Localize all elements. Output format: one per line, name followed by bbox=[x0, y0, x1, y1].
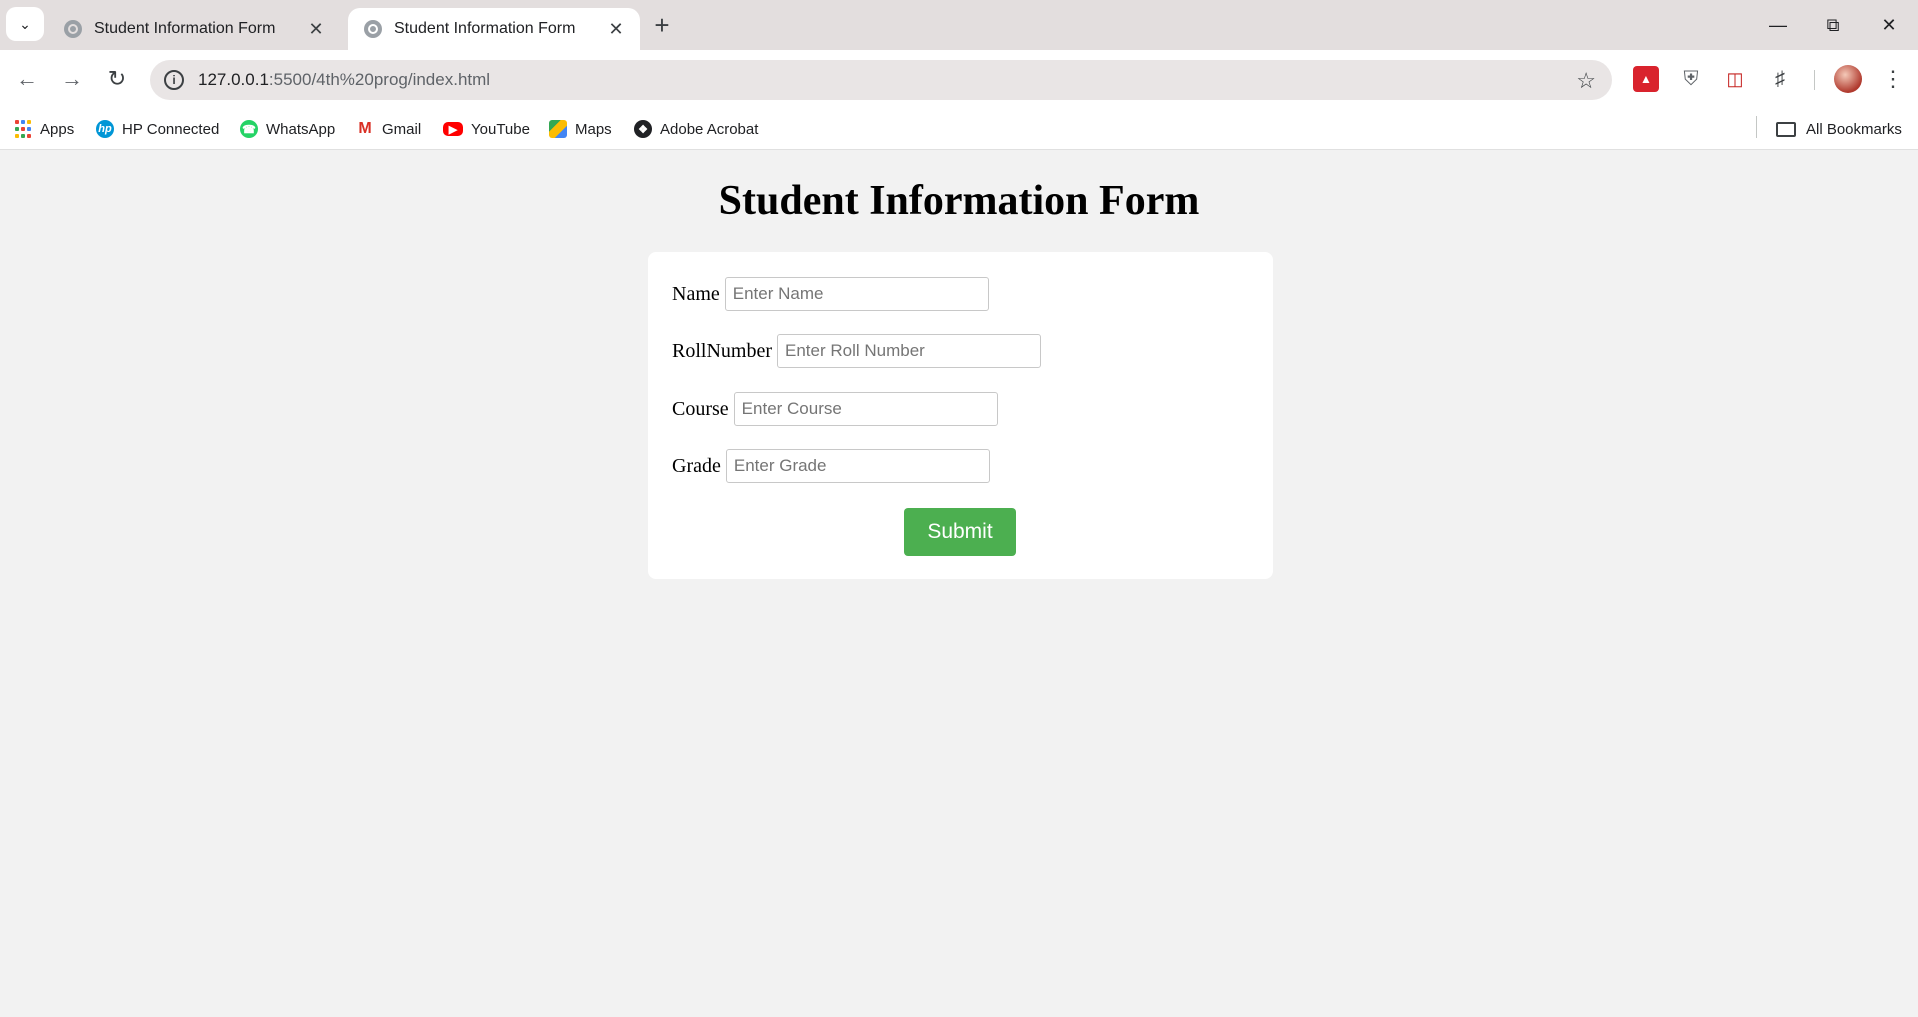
bookmark-gmail[interactable]: M Gmail bbox=[356, 116, 421, 142]
bookmark-label: HP Connected bbox=[122, 120, 220, 138]
bookmark-apps[interactable]: Apps bbox=[14, 116, 74, 142]
roll-number-input[interactable] bbox=[777, 334, 1041, 368]
hp-icon: hp bbox=[96, 120, 114, 138]
back-arrow-icon[interactable]: ← bbox=[10, 62, 44, 96]
course-input[interactable] bbox=[733, 392, 998, 426]
bookmark-label: WhatsApp bbox=[266, 120, 336, 138]
browser-tab-1[interactable]: Student Information Form ✕ bbox=[48, 8, 340, 50]
course-label: Course bbox=[672, 397, 729, 420]
gmail-icon: M bbox=[356, 120, 374, 138]
bookmark-label: Adobe Acrobat bbox=[660, 120, 759, 138]
bookmark-maps[interactable]: Maps bbox=[549, 116, 612, 142]
tab-title: Student Information Form bbox=[94, 20, 276, 37]
tab-search-button[interactable]: ⌄ bbox=[6, 7, 44, 41]
roll-number-row: RollNumber bbox=[672, 334, 1041, 368]
close-icon[interactable]: ✕ bbox=[306, 19, 326, 39]
browser-toolbar: ← → ↻ i 127.0.0.1:5500/4th%20prog/index.… bbox=[0, 50, 1918, 108]
new-tab-button[interactable]: + bbox=[650, 10, 674, 40]
bookmark-label: Gmail bbox=[382, 120, 422, 138]
bookmark-youtube[interactable]: ▶ YouTube bbox=[443, 116, 530, 142]
bookmark-label: YouTube bbox=[471, 120, 530, 138]
name-input[interactable] bbox=[724, 277, 989, 311]
all-bookmarks-label: All Bookmarks bbox=[1806, 120, 1902, 138]
profile-avatar[interactable] bbox=[1834, 65, 1862, 93]
browser-tab-2-active[interactable]: Student Information Form ✕ bbox=[348, 8, 640, 50]
extensions-puzzle-icon[interactable]: ♯ bbox=[1767, 66, 1793, 92]
grade-input[interactable] bbox=[725, 449, 990, 483]
all-bookmarks-button[interactable]: All Bookmarks bbox=[1776, 116, 1902, 142]
url-text[interactable]: 127.0.0.1:5500/4th%20prog/index.html bbox=[198, 70, 490, 90]
pdf-extension-icon[interactable]: ◫ bbox=[1722, 66, 1748, 92]
bookmark-whatsapp[interactable]: ☎ WhatsApp bbox=[240, 116, 335, 142]
minimize-icon[interactable]: — bbox=[1755, 8, 1801, 42]
extension-red-icon[interactable]: ▲ bbox=[1633, 66, 1659, 92]
forward-arrow-icon[interactable]: → bbox=[55, 62, 89, 96]
submit-button[interactable]: Submit bbox=[904, 508, 1016, 556]
whatsapp-icon: ☎ bbox=[240, 120, 258, 138]
close-icon[interactable]: ✕ bbox=[606, 19, 626, 39]
bookmark-star-icon[interactable]: ☆ bbox=[1576, 68, 1596, 94]
maps-icon bbox=[549, 120, 567, 138]
grade-row: Grade bbox=[672, 449, 990, 483]
adobe-acrobat-icon: ❖ bbox=[634, 120, 652, 138]
more-menu-icon[interactable]: ⋮ bbox=[1878, 64, 1908, 94]
site-info-icon[interactable]: i bbox=[164, 70, 184, 90]
page-viewport: Student Information Form Name RollNumber… bbox=[0, 151, 1918, 1017]
youtube-icon: ▶ bbox=[443, 122, 463, 136]
bookmark-hp-connected[interactable]: hp HP Connected bbox=[96, 116, 219, 142]
url-path: :5500/4th%20prog/index.html bbox=[268, 70, 491, 89]
grade-label: Grade bbox=[672, 454, 721, 477]
tab-strip: ⌄ Student Information Form ✕ Student Inf… bbox=[0, 0, 1918, 50]
bookmark-label: Maps bbox=[575, 120, 612, 138]
url-host: 127.0.0.1 bbox=[198, 70, 269, 89]
bookmarks-divider bbox=[1756, 116, 1757, 138]
course-row: Course bbox=[672, 392, 998, 426]
shield-extension-icon[interactable]: ⛨ bbox=[1678, 66, 1704, 92]
tab-title: Student Information Form bbox=[394, 20, 576, 37]
chevron-down-icon: ⌄ bbox=[19, 15, 31, 32]
page-title: Student Information Form bbox=[718, 178, 1200, 224]
reload-icon[interactable]: ↻ bbox=[100, 62, 134, 96]
roll-number-label: RollNumber bbox=[672, 339, 772, 362]
globe-icon bbox=[64, 20, 82, 38]
student-form: Name RollNumber Course Grade Submit bbox=[648, 252, 1273, 579]
bookmarks-bar: Apps hp HP Connected ☎ WhatsApp M Gmail … bbox=[0, 108, 1918, 150]
folder-icon bbox=[1776, 121, 1796, 137]
apps-grid-icon bbox=[14, 120, 32, 138]
address-bar[interactable]: i 127.0.0.1:5500/4th%20prog/index.html ☆ bbox=[150, 60, 1612, 100]
name-label: Name bbox=[672, 282, 720, 305]
window-close-icon[interactable]: ✕ bbox=[1866, 8, 1912, 42]
toolbar-divider bbox=[1814, 70, 1815, 90]
bookmark-label: Apps bbox=[40, 120, 75, 138]
name-row: Name bbox=[672, 277, 989, 311]
bookmark-adobe-acrobat[interactable]: ❖ Adobe Acrobat bbox=[634, 116, 758, 142]
restore-icon[interactable]: ⧉ bbox=[1810, 8, 1856, 42]
globe-icon bbox=[364, 20, 382, 38]
